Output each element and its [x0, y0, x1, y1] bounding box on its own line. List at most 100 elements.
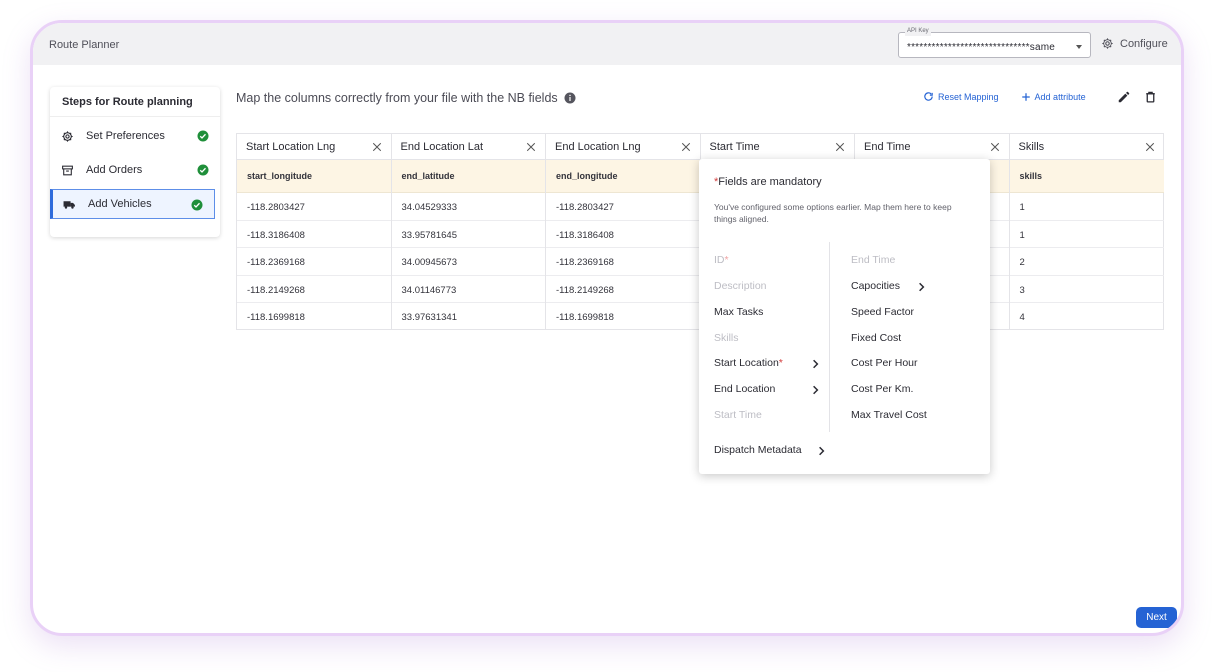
table-column: Skills skills 1 1 2 3 4 — [1009, 134, 1164, 329]
add-attribute-button[interactable]: Add attribute — [1021, 92, 1086, 102]
step-set-preferences[interactable]: Set Preferences — [50, 121, 220, 151]
required-star: * — [778, 357, 783, 369]
add-attribute-label: Add attribute — [1034, 91, 1086, 102]
configure-button[interactable]: Configure — [1101, 37, 1168, 50]
truck-icon — [63, 200, 75, 209]
column-header: End Location Lng — [546, 134, 700, 160]
step-add-orders[interactable]: Add Orders — [50, 155, 220, 185]
close-icon[interactable] — [990, 142, 1000, 152]
table-cell: 33.97631341 — [401, 312, 457, 323]
mapping-actions: Reset Mapping Add attribute — [923, 91, 1108, 102]
column-header-label: End Location Lng — [555, 141, 641, 153]
table-cell: 3 — [1009, 276, 1164, 303]
sidebar-title: Steps for Route planning — [50, 87, 220, 117]
close-icon[interactable] — [526, 142, 536, 152]
option-label: Dispatch Metadata — [714, 444, 802, 456]
option-dispatch-metadata[interactable]: Dispatch Metadata — [714, 444, 825, 456]
app-window: Route Planner API Key ******************… — [30, 20, 1184, 636]
table-column: Start Location Lng start_longitude -118.… — [237, 134, 392, 329]
check-circle-icon — [197, 164, 209, 176]
close-icon[interactable] — [835, 142, 845, 152]
table-column: End Location Lat end_latitude 34.0452933… — [391, 134, 546, 329]
option-label: Skills — [714, 332, 739, 344]
app-title: Route Planner — [49, 39, 120, 51]
api-key-label: API Key — [905, 27, 931, 36]
table-cell: -118.3186408 — [546, 221, 700, 248]
option-description: Description — [714, 280, 767, 292]
top-bar: Route Planner API Key ******************… — [33, 23, 1181, 65]
option-start-location[interactable]: Start Location * — [714, 357, 819, 369]
column-header: Start Location Lng — [237, 134, 391, 160]
table-cell: -118.2803427 — [237, 193, 391, 221]
table-cell: -118.2149268 — [237, 276, 391, 303]
option-label: Capocities — [851, 280, 901, 292]
column-header: End Location Lat — [391, 134, 545, 160]
table-cell: -118.2369168 — [237, 248, 391, 276]
table-cell: 4 — [1019, 312, 1025, 323]
table-cell: -118.2149268 — [546, 276, 700, 303]
column-header: Skills — [1009, 134, 1164, 160]
trash-icon[interactable] — [1144, 90, 1157, 104]
table-cell: 33.95781645 — [391, 221, 545, 248]
check-circle-icon — [191, 199, 203, 211]
close-icon[interactable] — [1145, 142, 1155, 152]
option-label: Max Travel Cost — [851, 409, 927, 421]
required-star: * — [724, 254, 729, 266]
column-header: Start Time — [700, 134, 854, 160]
column-header-label: Start Time — [709, 141, 760, 153]
option-speed-factor[interactable]: Speed Factor — [851, 306, 914, 318]
table-cell: -118.3186408 — [237, 221, 391, 248]
configure-label: Configure — [1120, 37, 1168, 50]
heading-text: Map the columns correctly from your file… — [236, 91, 558, 105]
api-key-select[interactable]: API Key ******************************sa… — [898, 27, 1091, 58]
table-cell: 1 — [1009, 221, 1164, 248]
refresh-icon — [924, 92, 933, 101]
table-cell: 2 — [1009, 248, 1164, 276]
table-cell: -118.1699818 — [556, 312, 614, 323]
table-cell: 34.04529333 — [391, 193, 545, 221]
step-add-vehicles[interactable]: Add Vehicles — [50, 189, 215, 219]
box-icon — [62, 165, 73, 175]
option-label: End Time — [851, 254, 896, 266]
api-key-value: ******************************same — [907, 42, 1056, 53]
option-label: End Location — [714, 383, 776, 395]
close-icon[interactable] — [372, 142, 382, 152]
option-max-tasks[interactable]: Max Tasks — [714, 306, 763, 318]
option-cost-per-hour[interactable]: Cost Per Hour — [851, 357, 918, 369]
next-button[interactable]: Next — [1136, 607, 1177, 628]
dropdown-description: You've configured some options earlier. … — [714, 202, 952, 224]
mapped-field-cell[interactable]: start_longitude — [237, 160, 391, 193]
gear-icon — [62, 130, 73, 142]
reset-mapping-button[interactable]: Reset Mapping — [923, 91, 999, 102]
column-header-label: End Time — [864, 141, 911, 153]
chevron-right-icon — [813, 385, 819, 395]
option-label: Fixed Cost — [851, 332, 902, 344]
mapped-field-cell[interactable]: skills — [1009, 160, 1164, 193]
option-cost-per-km[interactable]: Cost Per Km. — [851, 383, 913, 395]
option-label: Description — [714, 280, 767, 292]
close-icon[interactable] — [681, 142, 691, 152]
option-end-location[interactable]: End Location — [714, 383, 819, 395]
table-column: End Location Lng end_longitude -118.2803… — [546, 134, 701, 329]
edit-pencil-icon[interactable] — [1117, 90, 1131, 104]
table-cell: 1 — [1009, 193, 1164, 221]
option-max-travel-cost[interactable]: Max Travel Cost — [851, 409, 927, 421]
option-fixed-cost[interactable]: Fixed Cost — [851, 332, 901, 344]
plus-icon — [1021, 92, 1030, 101]
option-label: Cost Per Hour — [851, 357, 918, 369]
table-cell: -118.1699818 — [247, 312, 305, 323]
option-capocities[interactable]: Capocities — [851, 280, 925, 292]
check-circle-icon — [197, 130, 209, 142]
column-header: End Time — [855, 134, 1009, 160]
table-cell: -118.2369168 — [546, 248, 700, 276]
option-label: ID — [714, 254, 725, 266]
mapped-field-cell[interactable]: end_longitude — [546, 160, 700, 193]
info-icon[interactable] — [564, 92, 576, 104]
mapped-field-cell[interactable]: end_latitude — [391, 160, 545, 193]
chevron-right-icon — [813, 359, 819, 369]
table-cell: -118.2803427 — [546, 193, 700, 221]
column-header-label: Skills — [1018, 141, 1045, 153]
mandatory-note-text: Fields are mandatory — [718, 176, 822, 188]
gear-icon — [1102, 38, 1113, 49]
option-end-time: End Time — [851, 254, 895, 266]
